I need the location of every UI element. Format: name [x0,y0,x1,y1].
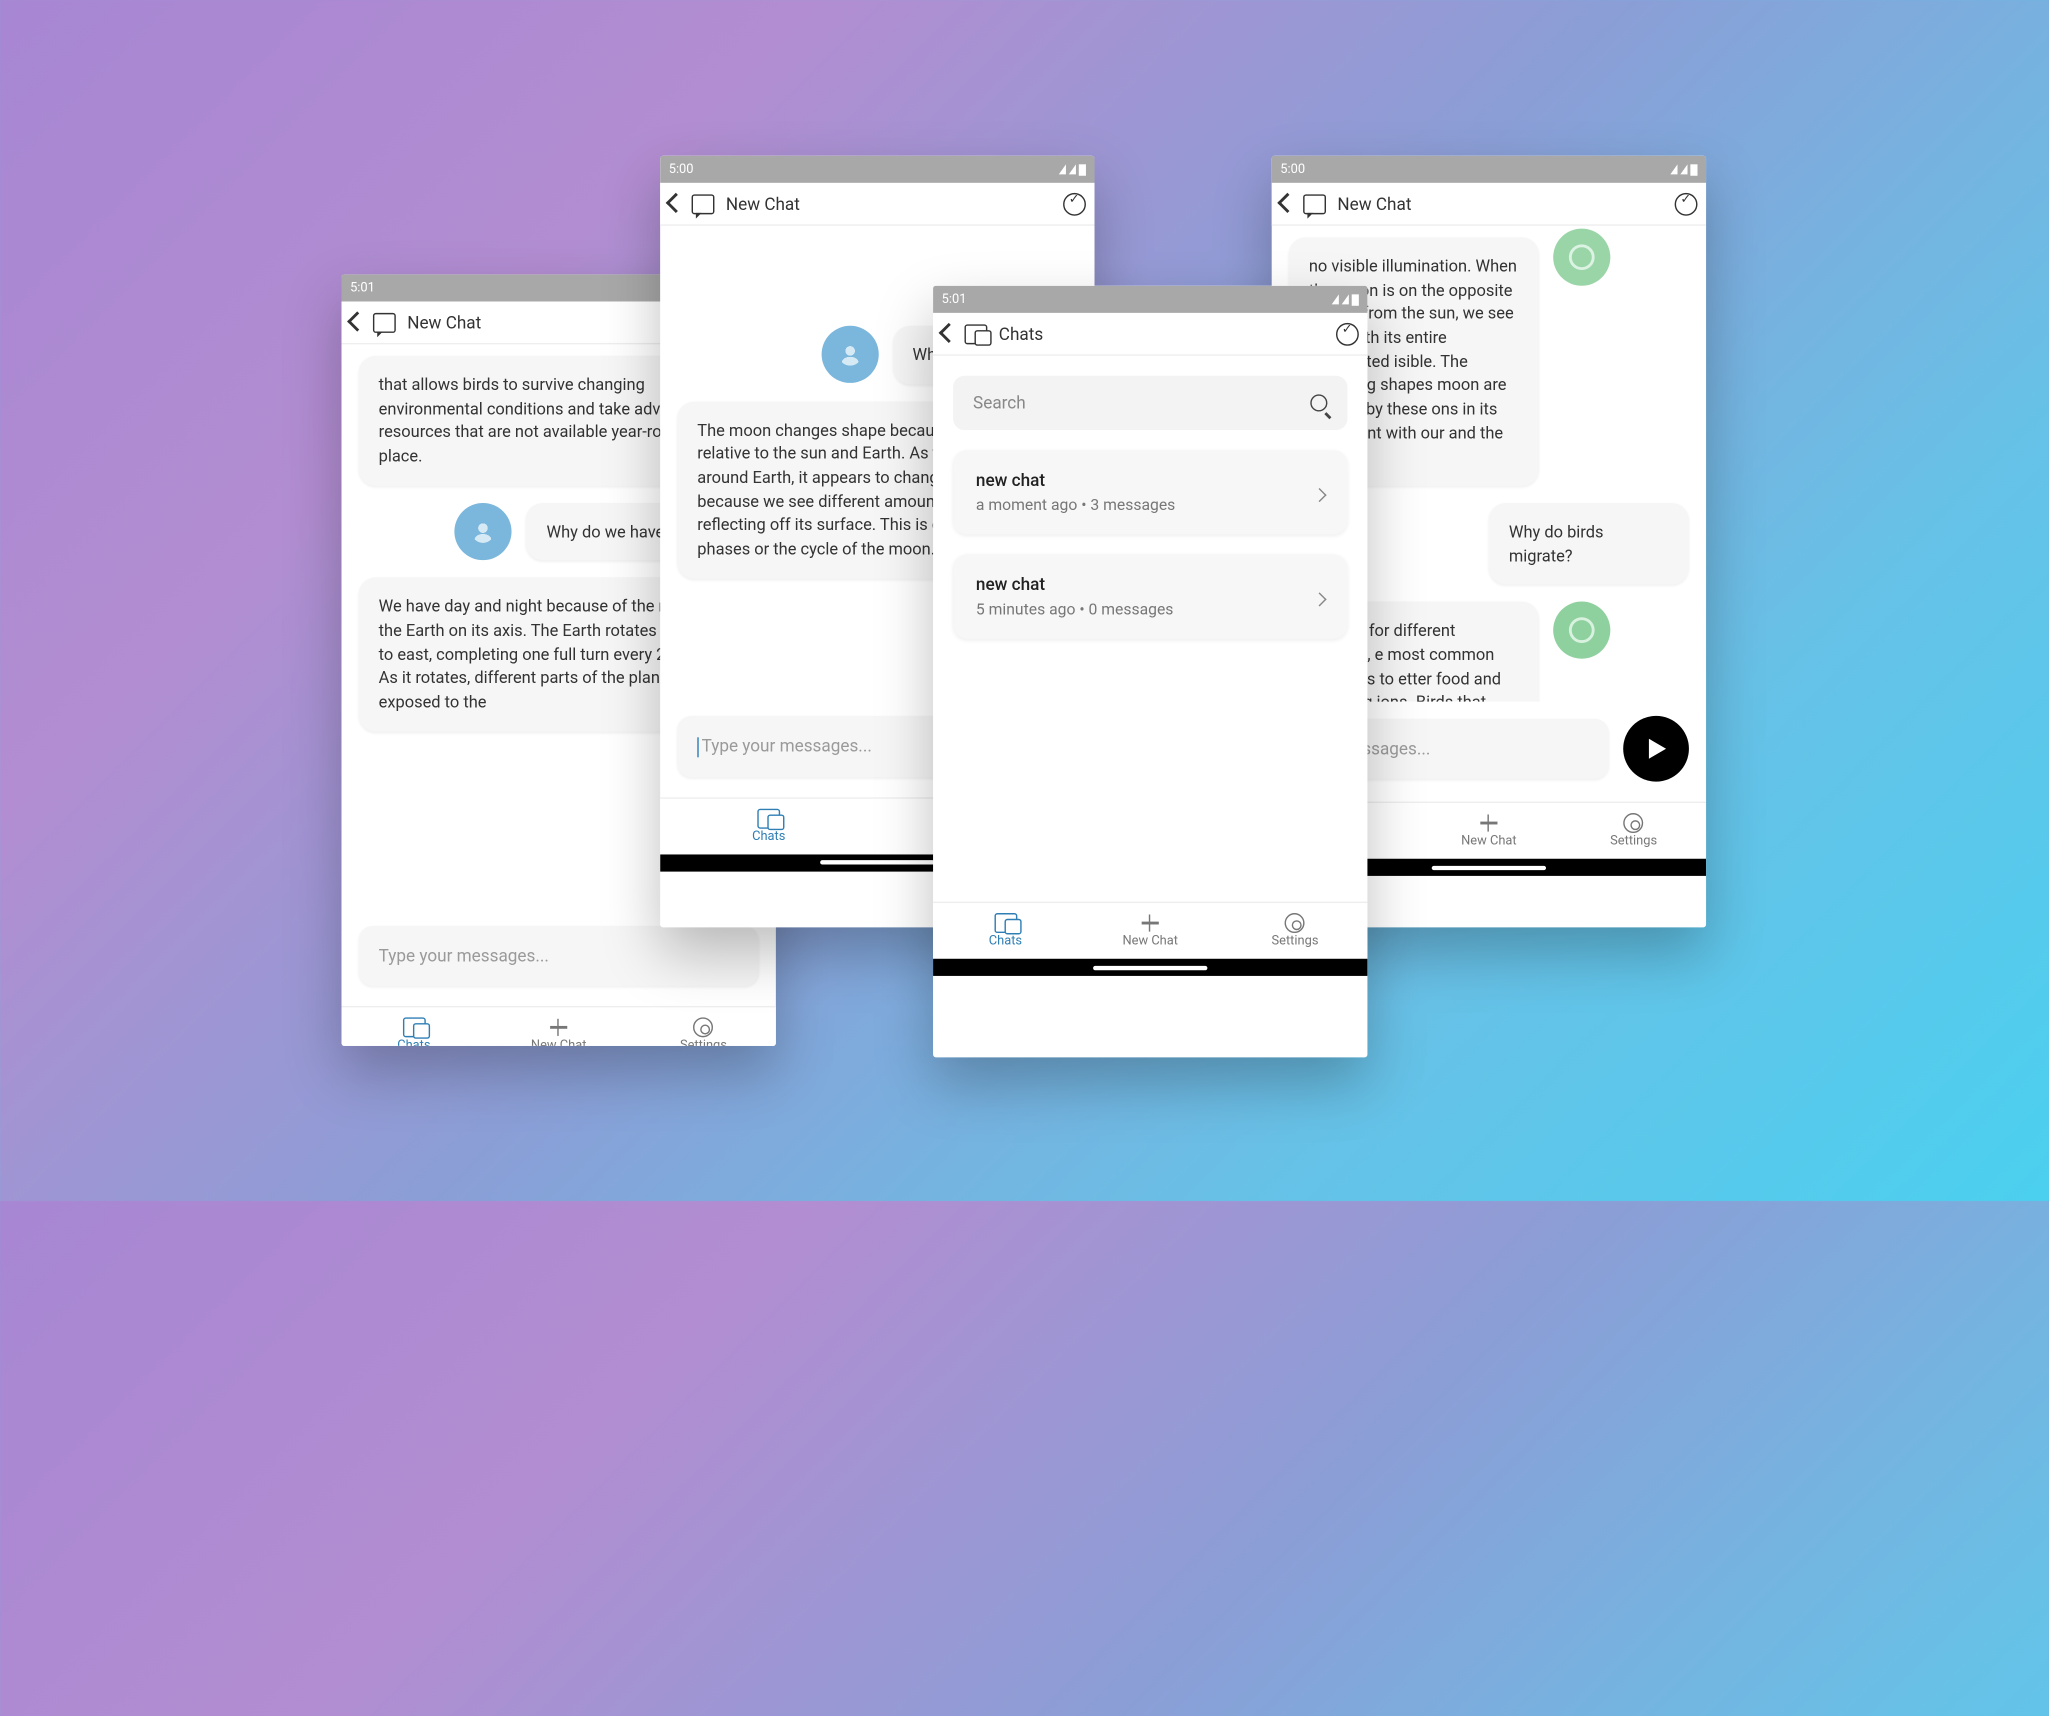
bot-avatar [1553,229,1610,286]
nav-chats[interactable]: Chats [342,1007,487,1046]
chevron-right-icon [1315,479,1325,506]
nav-label: Settings [680,1039,727,1046]
chat-icon [1303,194,1326,214]
chat-subtitle: a moment ago • 3 messages [976,496,1315,515]
status-time: 5:00 [669,162,694,176]
plus-icon [1477,813,1500,833]
wifi-icon [1670,164,1677,174]
nav-label: Settings [1272,934,1319,948]
gear-icon [693,1017,713,1037]
phone-screenshot-3: 5:01 Chats Search new chat a moment ago … [933,286,1367,1058]
status-bar: 5:00 [1272,156,1706,183]
chats-icon [964,324,987,344]
search-icon [1310,394,1327,411]
app-bar: New Chat [1272,183,1706,226]
app-bar: Chats [933,313,1367,356]
chats-icon [994,913,1017,933]
nav-chats[interactable]: Chats [660,798,877,854]
back-icon[interactable] [1280,194,1294,214]
app-title: New Chat [726,194,800,214]
status-icons [1059,164,1086,175]
nav-new-chat[interactable]: New Chat [1078,903,1223,959]
nav-label: New Chat [1122,934,1178,948]
app-title: New Chat [407,312,481,332]
search-input[interactable]: Search [953,376,1347,430]
verified-icon[interactable] [1336,322,1359,345]
gear-icon [1285,913,1305,933]
battery-icon [1079,164,1086,175]
chat-icon [692,194,715,214]
chat-list-item[interactable]: new chat 5 minutes ago • 0 messages [953,554,1347,638]
placeholder-text: Type your messages... [702,736,872,756]
verified-icon[interactable] [1063,192,1086,215]
signal-icon [1342,294,1349,304]
app-title: Chats [999,324,1043,344]
chat-title: new chat [976,574,1315,594]
chat-icon [373,312,396,332]
chevron-right-icon [1315,583,1325,610]
plus-icon [547,1017,570,1037]
nav-new-chat[interactable]: New Chat [1416,803,1561,859]
search-placeholder: Search [973,393,1026,413]
text-cursor [697,737,698,757]
nav-label: Chats [752,830,785,844]
nav-label: Chats [397,1039,430,1046]
status-bar: 5:01 [933,286,1367,313]
wifi-icon [1059,164,1066,174]
status-time: 5:01 [942,292,967,306]
user-message: Why do birds migrate? [1489,503,1689,585]
send-button[interactable] [1623,716,1689,782]
user-avatar [455,503,512,560]
chat-title: new chat [976,470,1315,490]
nav-new-chat[interactable]: New Chat [486,1007,631,1046]
app-title: New Chat [1337,194,1411,214]
status-icons [1332,294,1359,305]
battery-icon [1352,294,1359,305]
status-bar: 5:00 [660,156,1094,183]
app-bar: New Chat [660,183,1094,226]
battery-icon [1690,164,1697,175]
nav-settings[interactable]: Settings [1561,803,1706,859]
chats-icon [402,1017,425,1037]
system-nav-bar [933,959,1367,976]
bottom-nav: Chats New Chat Settings [342,1006,776,1046]
bottom-nav: Chats New Chat Settings [933,902,1367,959]
nav-label: Settings [1610,834,1657,848]
back-icon[interactable] [350,312,364,332]
gear-icon [1624,813,1644,833]
bot-avatar [1553,602,1610,659]
nav-settings[interactable]: Settings [631,1007,776,1046]
user-avatar [821,326,878,383]
nav-settings[interactable]: Settings [1223,903,1368,959]
wifi-icon [1332,294,1339,304]
verified-icon[interactable] [1675,192,1698,215]
status-time: 5:00 [1280,162,1305,176]
back-icon[interactable] [669,194,683,214]
back-icon[interactable] [942,324,956,344]
message-input[interactable]: Type your messages... [359,926,759,986]
nav-label: New Chat [531,1039,587,1046]
plus-icon [1139,913,1162,933]
nav-label: New Chat [1461,834,1517,848]
signal-icon [1069,164,1076,174]
signal-icon [1680,164,1687,174]
chat-list-item[interactable]: new chat a moment ago • 3 messages [953,450,1347,534]
nav-chats[interactable]: Chats [933,903,1078,959]
chats-icon [757,808,780,828]
nav-label: Chats [989,934,1022,948]
status-icons [1670,164,1697,175]
chat-subtitle: 5 minutes ago • 0 messages [976,600,1315,619]
status-time: 5:01 [350,281,375,295]
